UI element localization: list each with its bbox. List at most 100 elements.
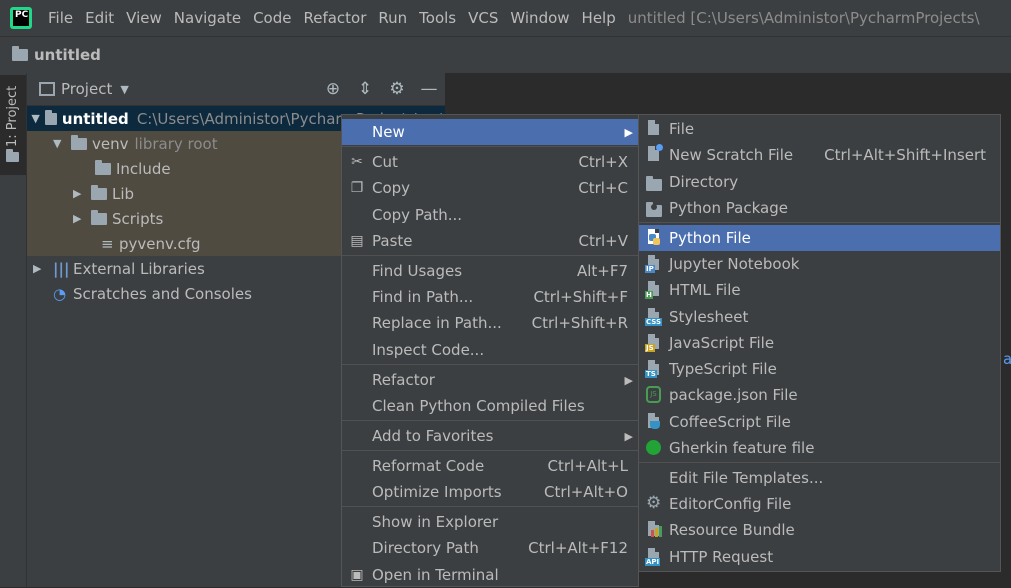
context-item-new[interactable]: New ▶	[342, 119, 638, 145]
separator	[342, 450, 638, 451]
new-item-html-file[interactable]: H HTML File	[639, 277, 1000, 303]
context-item-add-to-favorites[interactable]: Add to Favorites ▶	[342, 423, 638, 449]
context-menu: New ▶ ✂ Cut Ctrl+X ❐ Copy Ctrl+C Copy Pa…	[341, 114, 639, 587]
menu-label: Stylesheet	[669, 308, 749, 326]
context-item-refactor[interactable]: Refactor ▶	[342, 367, 638, 393]
context-item-reformat-code[interactable]: Reformat Code Ctrl+Alt+L	[342, 453, 638, 479]
gear-icon: ⚙	[646, 493, 662, 513]
new-item-resource-bundle[interactable]: Resource Bundle	[639, 517, 1000, 543]
menu-label: Copy	[372, 179, 411, 197]
separator	[342, 420, 638, 421]
menu-shortcut: Ctrl+X	[578, 153, 628, 171]
menu-label: Directory	[669, 173, 739, 191]
new-item-javascript-file[interactable]: JS JavaScript File	[639, 330, 1000, 356]
menu-label: Directory Path	[372, 539, 479, 557]
menu-window[interactable]: Window	[510, 9, 569, 27]
minimize-icon[interactable]: —	[413, 79, 445, 99]
menu-label: New	[372, 123, 405, 141]
menu-run[interactable]: Run	[378, 9, 407, 27]
new-item-typescript-file[interactable]: TS TypeScript File	[639, 356, 1000, 382]
separator	[639, 462, 1000, 463]
context-item-paste[interactable]: ▤ Paste Ctrl+V	[342, 228, 638, 254]
menu-label: CoffeeScript File	[669, 413, 791, 431]
python-package-icon	[645, 199, 663, 217]
menu-file[interactable]: File	[48, 9, 73, 27]
locate-icon[interactable]: ⊕	[317, 79, 349, 99]
collapse-all-icon[interactable]: ⇕	[349, 79, 381, 99]
directory-icon	[645, 173, 663, 191]
separator	[342, 146, 638, 147]
context-item-find-usages[interactable]: Find Usages Alt+F7	[342, 258, 638, 284]
context-item-cut[interactable]: ✂ Cut Ctrl+X	[342, 149, 638, 175]
menu-shortcut: Ctrl+Alt+Shift+Insert	[824, 146, 986, 164]
menu-view[interactable]: View	[126, 9, 162, 27]
tree-item-label: pyvenv.cfg	[119, 234, 201, 253]
context-item-directory-path[interactable]: Directory Path Ctrl+Alt+F12	[342, 535, 638, 561]
menu-label: Gherkin feature file	[669, 439, 815, 457]
menu-label: Open in Terminal	[372, 566, 499, 584]
submenu-arrow-icon: ▶	[624, 125, 633, 139]
submenu-arrow-icon: ▶	[624, 373, 633, 387]
new-item-http-request[interactable]: API HTTP Request	[639, 544, 1000, 570]
new-item-stylesheet[interactable]: CSS Stylesheet	[639, 304, 1000, 330]
pycharm-logo-icon: PC	[10, 7, 32, 29]
separator	[639, 222, 1000, 223]
libraries-icon: |||	[53, 259, 70, 278]
context-item-find-in-path[interactable]: Find in Path... Ctrl+Shift+F	[342, 284, 638, 310]
new-item-directory[interactable]: Directory	[639, 169, 1000, 195]
context-item-replace-in-path[interactable]: Replace in Path... Ctrl+Shift+R	[342, 310, 638, 336]
dropdown-caret-icon[interactable]: ▼	[120, 83, 128, 96]
scissors-icon: ✂	[351, 154, 363, 170]
left-tool-strip: 1: Project	[0, 73, 27, 587]
collapsed-arrow-icon[interactable]: ▶	[73, 187, 87, 200]
new-item-coffeescript-file[interactable]: CoffeeScript File	[639, 409, 1000, 435]
menu-vcs[interactable]: VCS	[468, 9, 498, 27]
menu-tools[interactable]: Tools	[419, 9, 456, 27]
view-selector[interactable]: Project	[61, 80, 112, 98]
tree-item-label: untitled	[61, 109, 129, 128]
menu-navigate[interactable]: Navigate	[174, 9, 241, 27]
menu-edit[interactable]: Edit	[85, 9, 114, 27]
tree-item-label: External Libraries	[73, 259, 205, 278]
main-menubar: PC File Edit View Navigate Code Refactor…	[0, 0, 1011, 36]
context-item-copy-path[interactable]: Copy Path...	[342, 202, 638, 228]
menu-shortcut: Ctrl+Alt+O	[544, 483, 628, 501]
coffeescript-file-icon	[645, 413, 663, 431]
menu-label: Edit File Templates...	[669, 469, 824, 487]
new-item-file[interactable]: File	[639, 116, 1000, 142]
jupyter-notebook-icon: IP	[645, 255, 663, 273]
separator	[342, 506, 638, 507]
context-item-copy[interactable]: ❐ Copy Ctrl+C	[342, 175, 638, 201]
new-item-scratch-file[interactable]: New Scratch File Ctrl+Alt+Shift+Insert	[639, 142, 1000, 168]
breadcrumb-project[interactable]: untitled	[34, 46, 101, 64]
context-item-clean-compiled[interactable]: Clean Python Compiled Files	[342, 393, 638, 419]
new-item-editorconfig-file[interactable]: ⚙ EditorConfig File	[639, 491, 1000, 517]
file-icon	[645, 120, 663, 138]
context-item-open-in-terminal[interactable]: ▣ Open in Terminal	[342, 562, 638, 588]
collapsed-arrow-icon[interactable]: ▶	[33, 262, 47, 275]
new-item-python-file[interactable]: Python File	[639, 225, 1000, 251]
gear-icon[interactable]: ⚙	[381, 79, 413, 99]
menu-label: Inspect Code...	[372, 341, 485, 359]
menu-refactor[interactable]: Refactor	[303, 9, 366, 27]
new-item-python-package[interactable]: Python Package	[639, 195, 1000, 221]
context-item-inspect-code[interactable]: Inspect Code...	[342, 337, 638, 363]
new-item-gherkin-file[interactable]: Gherkin feature file	[639, 435, 1000, 461]
project-tool-tab[interactable]: 1: Project	[0, 75, 26, 175]
menu-code[interactable]: Code	[253, 9, 291, 27]
menu-help[interactable]: Help	[582, 9, 616, 27]
menu-label: TypeScript File	[669, 360, 777, 378]
new-item-edit-file-templates[interactable]: Edit File Templates...	[639, 465, 1000, 491]
new-item-package-json[interactable]: JS package.json File	[639, 382, 1000, 408]
expanded-arrow-icon[interactable]: ▼	[53, 137, 67, 150]
expanded-arrow-icon[interactable]: ▼	[31, 112, 41, 125]
collapsed-arrow-icon[interactable]: ▶	[73, 212, 87, 225]
context-item-optimize-imports[interactable]: Optimize Imports Ctrl+Alt+O	[342, 479, 638, 505]
menu-label: Cut	[372, 153, 398, 171]
project-panel-header: Project ▼ ⊕ ⇕ ⚙ —	[27, 73, 445, 106]
menu-label: Python File	[669, 229, 751, 247]
context-item-show-in-explorer[interactable]: Show in Explorer	[342, 509, 638, 535]
menu-label: Show in Explorer	[372, 513, 499, 531]
new-item-jupyter-notebook[interactable]: IP Jupyter Notebook	[639, 251, 1000, 277]
menu-label: Python Package	[669, 199, 788, 217]
